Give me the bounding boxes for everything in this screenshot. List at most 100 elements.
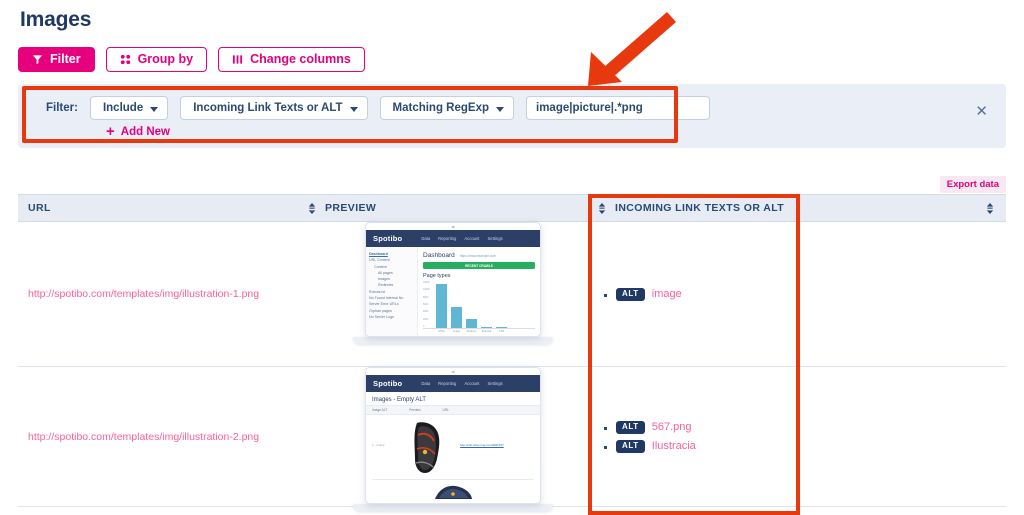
chart-bar [496, 327, 507, 328]
column-header-url-label: URL [28, 202, 51, 214]
y-tick: 0 [423, 324, 425, 328]
preview-nav-item: Reporting [438, 236, 457, 241]
add-new-label: Add New [120, 125, 170, 138]
table-cell-trailing [798, 367, 1006, 506]
preview-nav-item: Account [464, 236, 480, 241]
filter-value-input[interactable] [526, 96, 710, 120]
preview-nav-item: Data [421, 236, 431, 241]
arrow-annotation [572, 8, 680, 95]
alt-list: ALT 567.png ALT Ilustracia [598, 415, 696, 459]
column-header-preview[interactable]: PREVIEW [308, 195, 598, 221]
sort-icon-url[interactable] [308, 202, 316, 214]
preview-recent-crawls-bar: RECENT CRAWLS [423, 262, 535, 269]
preview-col-label: URL [442, 408, 449, 412]
table-cell-url: http://spotibo.com/templates/img/illustr… [18, 367, 308, 506]
preview-dashboard-header: Dashboard https://www.example.com [423, 252, 535, 259]
preview-chart-title: Page types [423, 273, 451, 279]
list-item: ALT 567.png [604, 420, 696, 434]
x-tick: External [481, 330, 492, 333]
y-tick: 2000 [423, 317, 429, 321]
columns-icon [232, 54, 243, 65]
filter-field-select[interactable]: Incoming Link Texts or ALT [180, 96, 368, 120]
images-table: URL PREVIEW INCOMING LINK TEXTS OR ALT h… [18, 194, 1006, 511]
filter-row: Filter: Include Incoming Link Texts or A… [46, 96, 710, 120]
preview-nav-item: Account [464, 381, 480, 386]
table-row: http://spotibo.com/templates/img/illustr… [18, 222, 1006, 367]
x-tick: Image [452, 330, 461, 333]
filter-label: Filter: [46, 102, 78, 114]
preview-screen-body: Dashboard URL Content Content All pages … [366, 247, 540, 336]
preview-thumbnail-dashboard[interactable]: Spotibo Data Reporting Account Settings … [353, 222, 553, 344]
close-icon[interactable]: ✕ [975, 104, 988, 119]
alt-badge: ALT [616, 439, 645, 453]
x-tick: HTML [437, 330, 446, 333]
y-tick: 4000 [423, 310, 429, 314]
alt-text: Ilustracia [651, 440, 696, 452]
plus-icon: + [106, 123, 115, 140]
alt-text: image [651, 288, 682, 300]
preview-chart-x-axis: HTML Image Redirect External CSS [423, 330, 535, 333]
preview-row-image-2 [366, 480, 540, 503]
filter-mode-select[interactable]: Include [89, 96, 169, 120]
table-cell-trailing [798, 222, 1006, 366]
preview-row-url: http://cdn.shop.img.com/908-567 [460, 443, 504, 447]
column-header-trailing[interactable] [798, 195, 1006, 221]
column-header-preview-label: PREVIEW [325, 202, 377, 214]
preview-thumbnail-empty-alt[interactable]: Spotibo Data Reporting Account Settings … [353, 367, 553, 511]
preview-row-image [398, 419, 460, 475]
export-data-button[interactable]: Export data [939, 176, 1006, 193]
table-cell-preview: Spotibo Data Reporting Account Settings … [308, 367, 598, 511]
grid-dots-icon [120, 54, 131, 65]
change-columns-button[interactable]: Change columns [218, 47, 365, 72]
preview-main-area: Dashboard https://www.example.com RECENT… [418, 247, 540, 336]
table-header-row: URL PREVIEW INCOMING LINK TEXTS OR ALT [18, 194, 1006, 222]
table-cell-preview: Spotibo Data Reporting Account Settings … [308, 222, 598, 366]
preview-nav-item: Settings [487, 236, 503, 241]
table-cell-incoming-link-texts: ALT 567.png ALT Ilustracia [598, 367, 798, 506]
laptop-base [353, 337, 553, 344]
table-cell-incoming-link-texts: ALT image [598, 222, 798, 366]
preview-table-header: Image ALT Preview URL [366, 405, 540, 415]
preview-brand: Spotibo [373, 379, 403, 388]
alt-list: ALT image [598, 282, 682, 307]
column-header-incoming-link-texts[interactable]: INCOMING LINK TEXTS OR ALT [598, 195, 798, 221]
chart-bar [436, 284, 447, 328]
x-tick: Redirect [466, 330, 477, 333]
add-new-filter-button[interactable]: + Add New [106, 124, 170, 139]
preview-row-label: 1 - empty [372, 443, 385, 447]
shoe-image [403, 419, 455, 475]
y-tick: 6000 [423, 302, 429, 306]
preview-col-label: Preview [409, 408, 421, 412]
filter-operator-select[interactable]: Matching RegExp [379, 96, 514, 120]
row-url-link[interactable]: http://spotibo.com/templates/img/illustr… [28, 431, 259, 443]
y-tick: 8000 [423, 295, 429, 299]
laptop-base [353, 504, 553, 511]
laptop-lid: Spotibo Data Reporting Account Settings … [365, 222, 541, 337]
group-by-button[interactable]: Group by [105, 47, 208, 72]
change-columns-button-label: Change columns [250, 52, 351, 67]
preview-col-label: Image ALT [372, 408, 388, 412]
preview-app-nav: Spotibo Data Reporting Account Settings [366, 375, 540, 392]
chart-bar [481, 327, 492, 328]
x-tick: CSS [498, 330, 505, 333]
webcam-icon [366, 223, 540, 230]
preview-nav-item: Settings [487, 381, 503, 386]
chart-bar [466, 319, 477, 328]
alt-badge: ALT [616, 287, 645, 301]
sort-icon-preview[interactable] [598, 202, 606, 214]
sort-icon-incoming[interactable] [986, 202, 994, 214]
column-header-url[interactable]: URL [18, 195, 308, 221]
column-header-incoming-link-texts-label: INCOMING LINK TEXTS OR ALT [615, 202, 785, 214]
alt-text: 567.png [651, 421, 692, 433]
filter-button[interactable]: Filter [18, 47, 95, 72]
row-url-link[interactable]: http://spotibo.com/templates/img/illustr… [28, 288, 259, 300]
preview-dashboard-url: https://www.example.com [459, 254, 496, 258]
y-tick: 10000 [423, 288, 430, 292]
group-by-button-label: Group by [137, 52, 194, 67]
toolbar: Filter Group by Change columns [18, 47, 365, 72]
preview-nav-links: Data Reporting Account Settings [421, 381, 502, 386]
table-row: http://spotibo.com/templates/img/illustr… [18, 367, 1006, 511]
preview-chart-y-axis: 12000 10000 8000 6000 4000 2000 0 [423, 281, 430, 328]
preview-bar-chart: 12000 10000 8000 6000 4000 2000 0 [423, 281, 535, 329]
preview-table-row: 1 - empty http://cdn.shop.img.com/908-56… [366, 415, 540, 479]
